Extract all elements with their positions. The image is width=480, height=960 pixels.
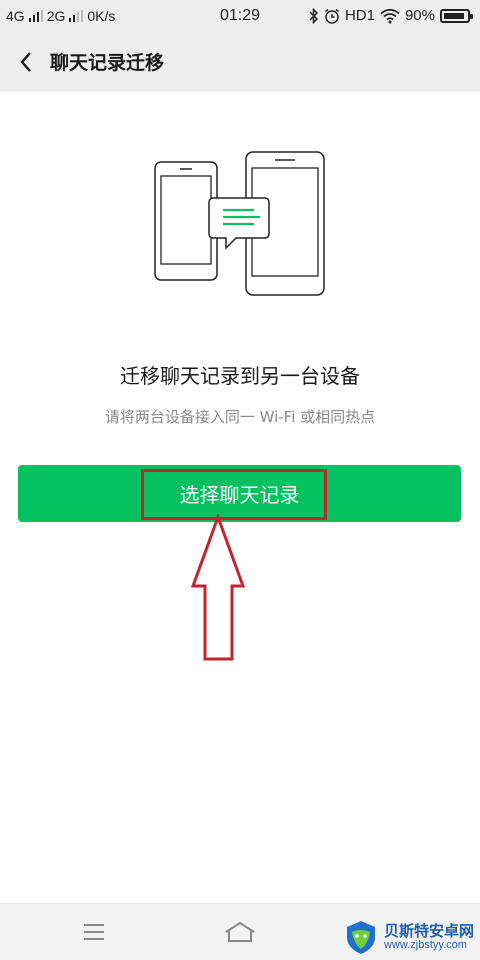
menu-button[interactable] — [76, 918, 112, 946]
title-bar: 聊天记录迁移 — [0, 34, 480, 91]
home-icon — [225, 921, 255, 942]
system-navigation-bar: 贝斯特安卓网 www.zjbstyy.com — [0, 903, 480, 960]
watermark-url: www.zjbstyy.com — [383, 939, 467, 952]
select-chat-history-button[interactable]: 选择聊天记录 — [18, 465, 461, 522]
back-button[interactable] — [8, 44, 44, 80]
hd-label: HD1 — [344, 7, 375, 24]
battery-icon — [440, 8, 473, 23]
annotation-arrow — [190, 514, 246, 661]
watermark-logo-icon — [346, 921, 375, 954]
status-bar: 4G 2G 0K/s 01:29 HD1 90% — [0, 0, 480, 34]
page-title: 聊天记录迁移 — [50, 52, 165, 74]
watermark-title: 贝斯特安卓网 — [383, 921, 474, 940]
select-chat-history-label: 选择聊天记录 — [179, 483, 300, 507]
battery-percent: 90% — [404, 7, 435, 24]
site-watermark: 贝斯特安卓网 www.zjbstyy.com — [342, 918, 474, 956]
wifi-icon — [380, 8, 400, 23]
status-bar-right: HD1 90% — [309, 7, 473, 24]
chevron-left-icon — [20, 52, 31, 72]
home-button[interactable] — [222, 918, 258, 946]
bluetooth-icon — [309, 7, 319, 24]
headline: 迁移聊天记录到另一台设备 — [120, 364, 360, 388]
instruction-text: 请将两台设备接入同一 Wi-Fi 或相同热点 — [104, 408, 376, 426]
menu-icon — [84, 924, 104, 940]
device-transfer-illustration — [154, 151, 325, 296]
watermark-text: 贝斯特安卓网 www.zjbstyy.com — [384, 923, 474, 952]
alarm-icon — [324, 8, 339, 24]
battery-fill — [444, 12, 464, 19]
